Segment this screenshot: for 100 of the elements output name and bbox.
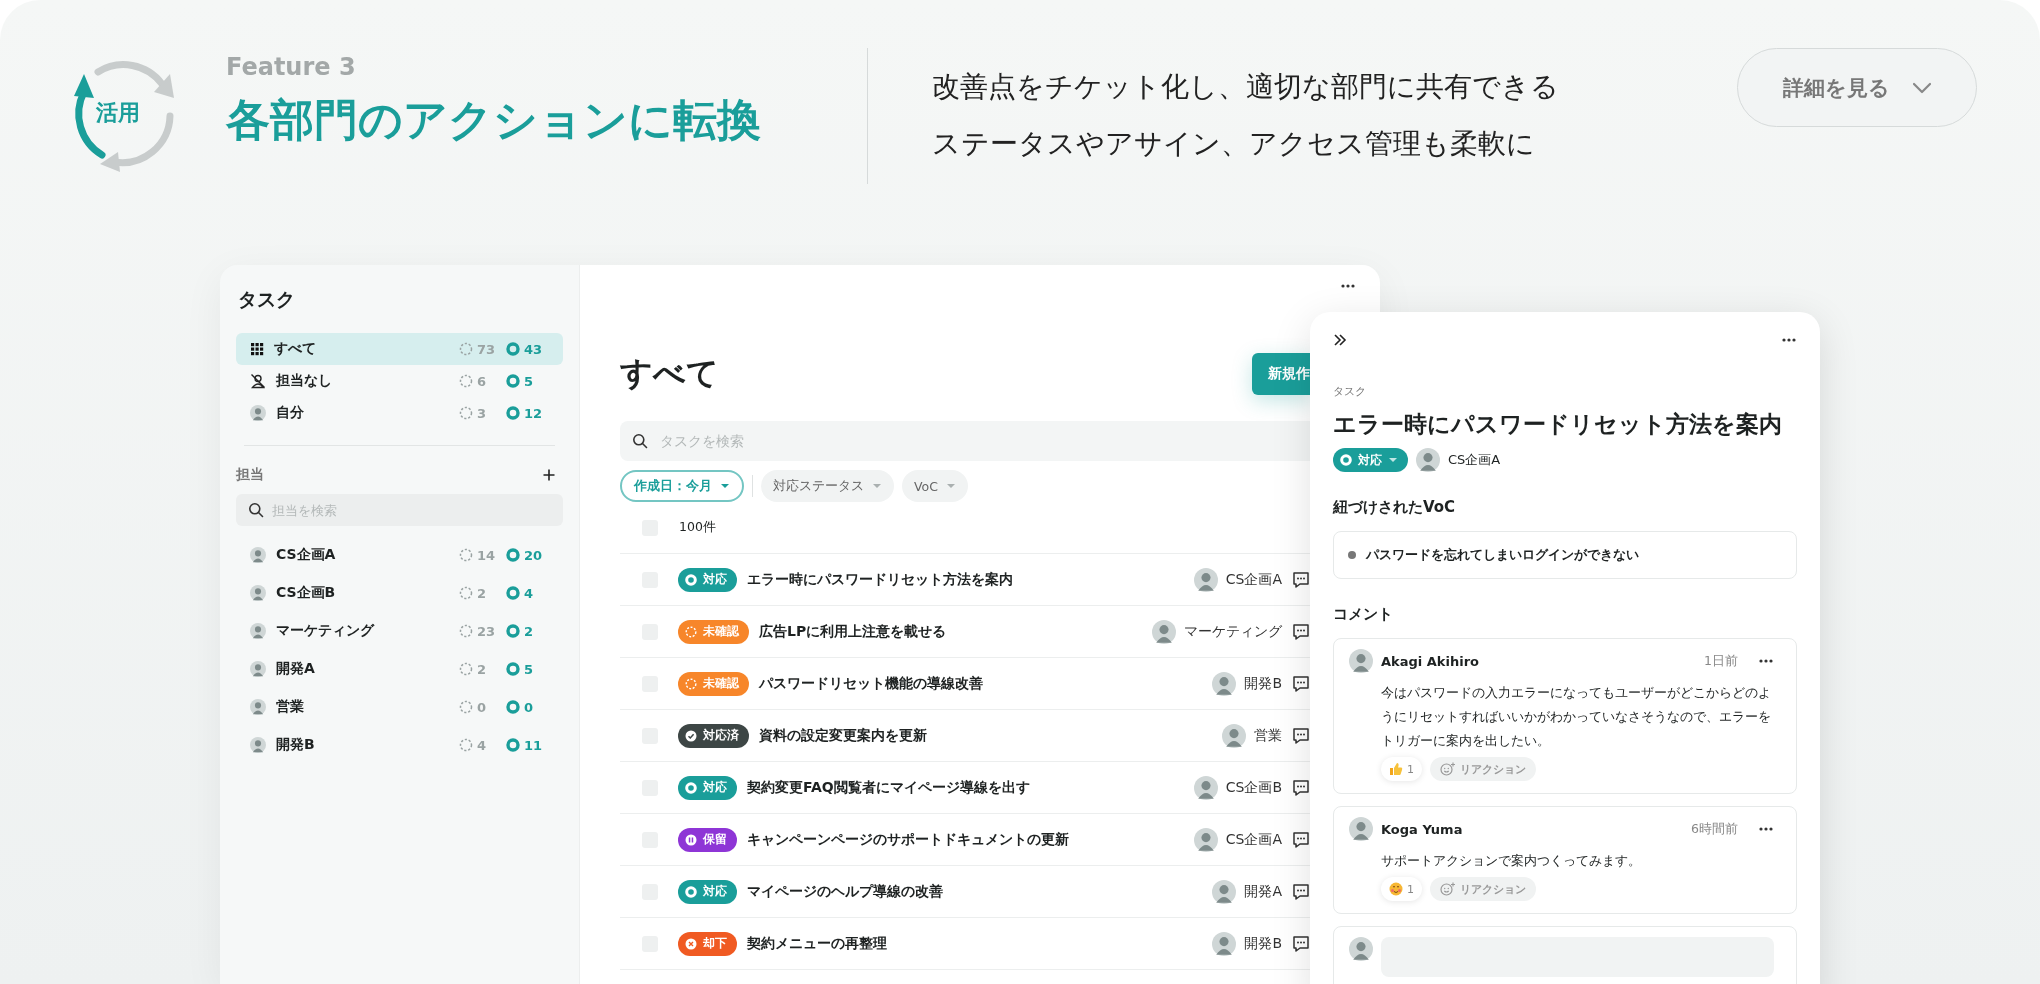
person-slash-icon — [250, 373, 266, 389]
dashed-circle-icon — [459, 662, 473, 676]
avatar — [1416, 448, 1440, 472]
caret-icon — [872, 483, 882, 489]
active-count: 20 — [524, 547, 543, 563]
avatar — [1193, 567, 1218, 592]
avatar — [250, 405, 266, 421]
comment-text: 今はパスワードの入力エラーになってもユーザーがどこからどのようにリセットすればいいかがわかっていなさそうなので、エラーをトリガーに案内を出したい。 — [1381, 684, 1772, 750]
caret-icon — [720, 483, 730, 489]
smiling-face-icon — [1389, 882, 1403, 896]
avatar — [1349, 649, 1373, 673]
icon-label: 活用 — [96, 99, 140, 127]
dashed-circle-icon — [459, 624, 473, 638]
sidebar-item[interactable]: CS企画B 2 4 — [236, 574, 563, 612]
sidebar-item[interactable]: 営業 0 0 — [236, 688, 563, 726]
page-title: すべて — [620, 353, 719, 394]
feature-title: 各部門のアクションに転換 — [226, 93, 762, 147]
ring-icon — [506, 662, 520, 676]
task-title[interactable]: キャンペーンページのサポートドキュメントの更新 — [747, 830, 1069, 849]
section-heading: 紐づけされたVoC — [1333, 498, 1457, 517]
dashed-circle-icon — [459, 342, 473, 356]
avatar — [250, 623, 266, 639]
task-title[interactable]: マイページのヘルプ導線の改善 — [747, 882, 943, 901]
open-count: 6 — [477, 373, 487, 389]
ring-icon — [506, 624, 520, 638]
avatar — [250, 661, 266, 677]
description-line: 改善点をチケット化し、適切な部門に共有できる — [932, 69, 1559, 105]
open-count: 3 — [477, 405, 487, 421]
sidebar-item[interactable]: 開発B 4 11 — [236, 726, 563, 764]
status-tag: 未確認 — [678, 619, 749, 644]
comment-icon — [1292, 726, 1310, 745]
open-count: 14 — [477, 547, 496, 563]
smiley-plus-icon — [1440, 762, 1456, 776]
task-title[interactable]: 広告LPに利用上注意を載せる — [759, 622, 947, 641]
assignee-name: 開発B — [1244, 934, 1282, 953]
active-count: 5 — [524, 373, 534, 389]
avatar — [1349, 817, 1373, 841]
ring-icon — [506, 342, 520, 356]
open-count: 73 — [477, 341, 496, 357]
grid-icon — [250, 342, 264, 356]
assignee-name: 営業 — [1254, 726, 1282, 745]
avatar — [250, 737, 266, 753]
comment-icon — [1292, 778, 1310, 797]
open-count: 23 — [477, 623, 496, 639]
ring-icon — [1340, 454, 1352, 466]
caret-icon — [1388, 457, 1398, 463]
sidebar-item[interactable]: すべて 73 43 — [236, 333, 563, 365]
search-icon — [248, 502, 264, 518]
details-button[interactable]: 詳細を見る — [1737, 48, 1977, 127]
status-tag: 対応 — [678, 567, 737, 592]
active-count: 2 — [524, 623, 534, 639]
sidebar-item[interactable]: CS企画A 14 20 — [236, 536, 563, 574]
dashed-circle-icon — [459, 374, 473, 388]
ring-icon — [685, 781, 697, 794]
active-count: 12 — [524, 405, 543, 421]
active-count: 5 — [524, 661, 534, 677]
voc-card[interactable]: パスワードを忘れてしまいログインができない — [1333, 531, 1797, 579]
filter-chip[interactable]: 対応ステータス — [761, 470, 894, 502]
status-tag: 対応済 — [678, 723, 749, 748]
ring-icon — [506, 406, 520, 420]
more-icon[interactable] — [1758, 826, 1774, 832]
open-count: 0 — [477, 699, 487, 715]
task-title[interactable]: 資料の設定変更案内を更新 — [759, 726, 927, 745]
more-icon[interactable] — [1781, 337, 1797, 343]
avatar — [250, 585, 266, 601]
comment-icon — [1292, 830, 1310, 849]
reaction-chip[interactable]: 1 — [1381, 877, 1422, 901]
comment-icon — [1292, 570, 1310, 589]
task-title[interactable]: パスワードリセット機能の導線改善 — [759, 674, 983, 693]
dashed-circle-icon — [459, 738, 473, 752]
sidebar-item[interactable]: 自分 3 12 — [236, 397, 563, 429]
task-title[interactable]: エラー時にパスワードリセット方法を案内 — [747, 570, 1013, 589]
filter-chip[interactable]: VoC — [902, 470, 968, 502]
reaction-chip[interactable]: 1 — [1381, 757, 1422, 781]
comment-author: Koga Yuma — [1381, 821, 1463, 837]
plus-icon[interactable] — [543, 469, 555, 481]
assignee-name: CS企画A — [1225, 570, 1282, 589]
comment-time: 6時間前 — [1691, 820, 1738, 838]
double-chevron-icon[interactable] — [1333, 333, 1347, 347]
avatar — [1212, 931, 1237, 956]
comment-icon — [1292, 882, 1310, 901]
sidebar-item[interactable]: 担当なし 6 5 — [236, 365, 563, 397]
dashed-circle-icon — [685, 625, 697, 638]
more-icon[interactable] — [1758, 658, 1774, 664]
search-field[interactable]: タスクを検索 — [620, 421, 1310, 461]
comment-icon — [1292, 674, 1310, 693]
pause-circle-icon — [685, 833, 697, 846]
feature-label: Feature 3 — [226, 52, 357, 82]
description-line: ステータスやアサイン、アクセス管理も柔軟に — [932, 126, 1536, 162]
sidebar-item[interactable]: マーケティング 23 2 — [236, 612, 563, 650]
task-title[interactable]: 契約変更FAQ閲覧者にマイページ導線を出す — [747, 778, 1030, 797]
voc-text: パスワードを忘れてしまいログインができない — [1366, 546, 1639, 564]
active-count: 11 — [524, 737, 543, 753]
active-count: 4 — [524, 585, 534, 601]
avatar — [250, 547, 266, 563]
chevron-down-icon — [1911, 81, 1932, 94]
ring-icon — [506, 738, 520, 752]
sidebar-item[interactable]: 開発A 2 5 — [236, 650, 563, 688]
task-title[interactable]: 契約メニューの再整理 — [747, 934, 887, 953]
more-icon[interactable] — [1340, 283, 1356, 289]
